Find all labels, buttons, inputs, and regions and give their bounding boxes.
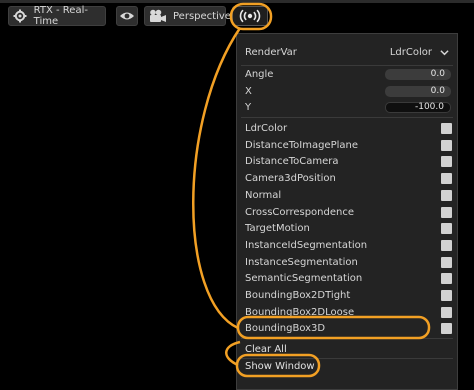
x-label: X: [245, 85, 252, 97]
list-item[interactable]: LdrColor: [245, 120, 452, 136]
checkbox[interactable]: [441, 206, 452, 218]
item-label: BoundingBox3D: [245, 322, 326, 334]
camera-button[interactable]: Perspective: [144, 6, 231, 26]
synthetic-data-sensor-button[interactable]: [232, 6, 268, 26]
render-var-dropdown[interactable]: LdrColor: [390, 47, 449, 58]
list-item[interactable]: TargetMotion: [245, 220, 452, 236]
divider: [241, 358, 453, 359]
angle-field-row: Angle 0.0: [245, 67, 451, 81]
render-var-label: RenderVar: [245, 46, 297, 58]
list-item[interactable]: InstanceSegmentation: [245, 254, 452, 270]
sensor-broadcast-icon: [238, 9, 262, 23]
connector-line: [192, 27, 242, 330]
synthetic-data-panel: RenderVar LdrColor Angle 0.0 X 0.0 Y -10…: [236, 33, 458, 390]
clear-all-button[interactable]: Clear All: [245, 344, 287, 355]
checkbox[interactable]: [441, 189, 452, 201]
renderer-label: RTX - Real-Time: [33, 5, 88, 27]
checkbox[interactable]: [441, 239, 452, 251]
item-label: BoundingBox2DLoose: [245, 306, 355, 318]
list-item[interactable]: CrossCorrespondence: [245, 204, 452, 220]
checkbox[interactable]: [441, 172, 452, 184]
checkbox[interactable]: [441, 289, 452, 301]
render-var-value: LdrColor: [389, 46, 432, 58]
list-item[interactable]: DistanceToCamera: [245, 153, 452, 169]
item-label: DistanceToImagePlane: [245, 139, 358, 151]
render-var-row: RenderVar LdrColor: [245, 44, 449, 60]
renderer-button[interactable]: RTX - Real-Time: [8, 5, 106, 27]
angle-label: Angle: [245, 68, 274, 80]
angle-input[interactable]: 0.0: [385, 68, 451, 80]
checkbox[interactable]: [441, 322, 452, 334]
checkbox[interactable]: [441, 272, 452, 284]
x-field-row: X 0.0: [245, 84, 451, 98]
list-item[interactable]: BoundingBox2DTight: [245, 287, 452, 303]
checkbox[interactable]: [441, 139, 452, 151]
visibility-button[interactable]: [116, 6, 138, 26]
list-item[interactable]: Normal: [245, 187, 452, 203]
top-strip: [0, 0, 474, 3]
item-label: LdrColor: [245, 122, 288, 134]
list-item[interactable]: InstanceIdSegmentation: [245, 237, 452, 253]
item-label: Normal: [245, 189, 282, 201]
item-label: InstanceIdSegmentation: [245, 239, 368, 251]
item-label: TargetMotion: [245, 222, 310, 234]
y-input[interactable]: -100.0: [385, 101, 451, 113]
checkbox[interactable]: [441, 306, 452, 318]
item-label: BoundingBox2DTight: [245, 289, 351, 301]
list-item[interactable]: BoundingBox2DLoose: [245, 304, 452, 320]
item-label: Camera3dPosition: [245, 172, 336, 184]
gear-icon: [13, 9, 28, 23]
show-window-button[interactable]: Show Window: [245, 361, 315, 372]
camera-icon: [149, 9, 167, 23]
divider: [241, 117, 453, 118]
chevron-down-icon: [440, 49, 449, 55]
item-label: DistanceToCamera: [245, 155, 339, 167]
checkbox[interactable]: [441, 256, 452, 268]
list-item[interactable]: BoundingBox3D: [245, 320, 452, 336]
y-field-row: Y -100.0: [245, 100, 451, 114]
checkbox[interactable]: [441, 122, 452, 134]
y-label: Y: [245, 101, 252, 113]
item-label: CrossCorrespondence: [245, 206, 354, 218]
list-item[interactable]: SemanticSegmentation: [245, 270, 452, 286]
checkbox[interactable]: [441, 222, 452, 234]
list-item[interactable]: DistanceToImagePlane: [245, 137, 452, 153]
eye-icon: [119, 11, 135, 21]
checkbox[interactable]: [441, 155, 452, 167]
divider: [241, 338, 453, 339]
x-input[interactable]: 0.0: [385, 85, 451, 97]
camera-label: Perspective: [173, 10, 231, 22]
item-label: InstanceSegmentation: [245, 256, 358, 268]
item-label: SemanticSegmentation: [245, 272, 363, 284]
divider: [241, 65, 453, 66]
list-item[interactable]: Camera3dPosition: [245, 170, 452, 186]
